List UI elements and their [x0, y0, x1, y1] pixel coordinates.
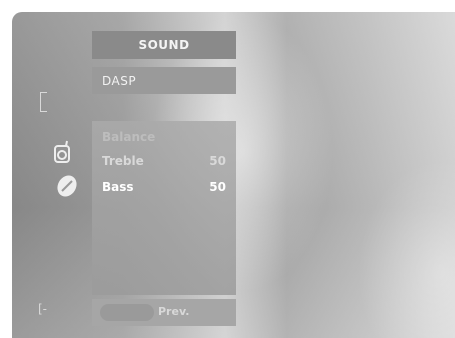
treble-label: Treble	[102, 154, 144, 168]
bass-row[interactable]: Bass 50	[102, 177, 226, 197]
treble-value: 50	[209, 154, 226, 168]
bass-label: Bass	[102, 180, 134, 194]
exit-icon[interactable]: [-	[38, 300, 52, 318]
balance-row[interactable]: Balance	[102, 127, 226, 147]
prev-label: Prev.	[158, 305, 190, 318]
osd-screen: [- SOUND DASP Balance Treble 50 Bass 50 …	[12, 12, 455, 338]
bracket-icon	[40, 92, 47, 112]
sound-settings-panel: Balance Treble 50 Bass 50	[92, 121, 236, 295]
footer-bar: Prev.	[92, 299, 236, 326]
prev-button[interactable]	[100, 304, 154, 321]
menu-item-dasp[interactable]: DASP	[92, 67, 236, 94]
balance-label: Balance	[102, 130, 156, 144]
treble-row[interactable]: Treble 50	[102, 151, 226, 171]
menu-title: SOUND	[92, 31, 236, 59]
picture-icon[interactable]	[54, 173, 80, 199]
bass-value: 50	[209, 180, 226, 194]
speaker-icon[interactable]	[52, 140, 78, 166]
